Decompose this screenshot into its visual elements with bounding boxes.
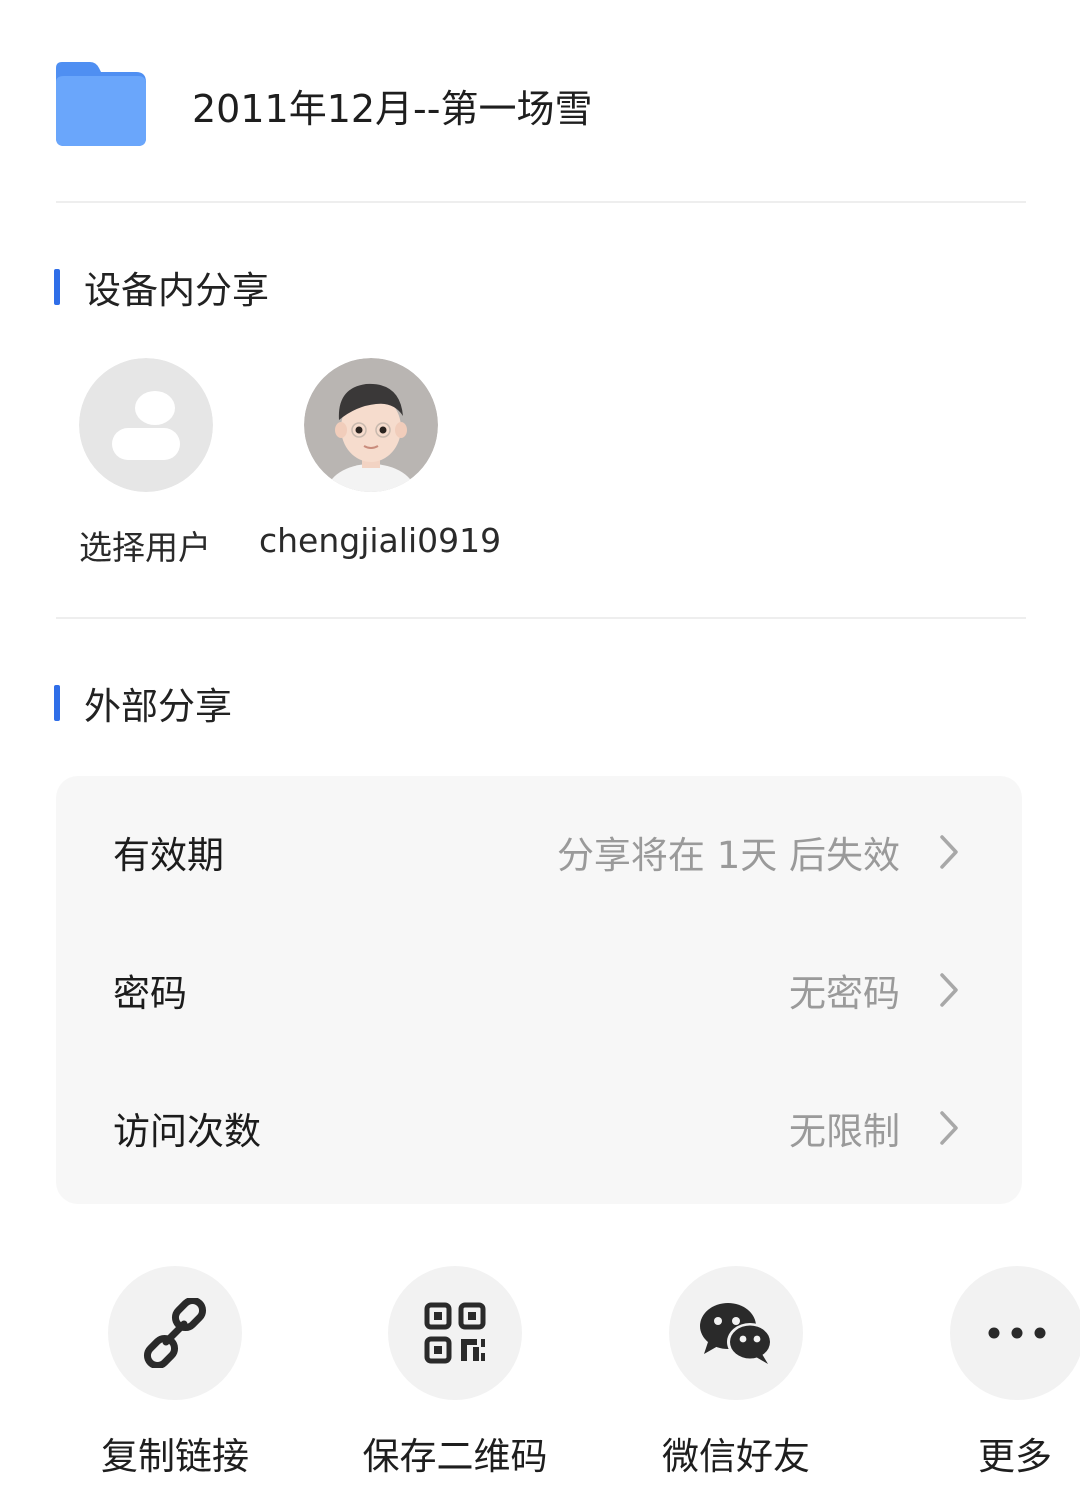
section-header-external: 外部分享 <box>54 681 232 728</box>
section-accent-bar <box>54 685 60 721</box>
action-circle <box>669 1266 803 1400</box>
wechat-icon <box>700 1303 773 1364</box>
username-label: chengjiali0919 <box>259 521 502 560</box>
chevron-right-icon <box>940 835 958 869</box>
section-accent-bar <box>54 269 60 305</box>
action-label: 微信好友 <box>662 1435 810 1478</box>
action-circle <box>388 1266 522 1400</box>
action-label: 更多 <box>978 1435 1052 1478</box>
user-placeholder-icon <box>79 358 213 492</box>
action-circle <box>950 1266 1080 1400</box>
more-icon <box>988 1327 1046 1339</box>
setting-row-validity[interactable]: 有效期 分享将在 1天 后失效 <box>56 783 1022 921</box>
file-title: 2011年12月--第一场雪 <box>192 87 593 131</box>
share-settings-card: 有效期 分享将在 1天 后失效 密码 无密码 访问次数 无限制 <box>56 776 1022 1204</box>
action-label: 复制链接 <box>101 1435 249 1478</box>
link-icon <box>143 1298 207 1368</box>
chevron-right-icon <box>940 1111 958 1145</box>
more-button[interactable]: 更多 <box>950 1266 1080 1486</box>
divider <box>56 201 1026 203</box>
select-user-label: 选择用户 <box>79 528 211 567</box>
setting-row-visit-count[interactable]: 访问次数 无限制 <box>56 1059 1022 1197</box>
setting-value: 无限制 <box>789 1110 900 1153</box>
copy-link-button[interactable]: 复制链接 <box>40 1266 310 1486</box>
save-qr-code-button[interactable]: 保存二维码 <box>320 1266 590 1486</box>
setting-value: 分享将在 1天 后失效 <box>556 834 900 877</box>
setting-label: 有效期 <box>113 834 224 877</box>
setting-label: 访问次数 <box>113 1110 261 1153</box>
action-label: 保存二维码 <box>362 1435 548 1478</box>
setting-value: 无密码 <box>789 972 900 1015</box>
chevron-right-icon <box>940 973 958 1007</box>
setting-row-password[interactable]: 密码 无密码 <box>56 921 1022 1059</box>
section-title: 设备内分享 <box>84 269 269 312</box>
section-header-in-device: 设备内分享 <box>54 265 269 312</box>
action-circle <box>108 1266 242 1400</box>
wechat-friend-button[interactable]: 微信好友 <box>601 1266 871 1486</box>
section-title: 外部分享 <box>84 685 232 728</box>
qr-code-icon <box>424 1302 486 1364</box>
setting-label: 密码 <box>113 972 187 1015</box>
folder-icon <box>56 62 146 146</box>
user-avatar-image <box>304 358 438 492</box>
divider <box>56 617 1026 619</box>
